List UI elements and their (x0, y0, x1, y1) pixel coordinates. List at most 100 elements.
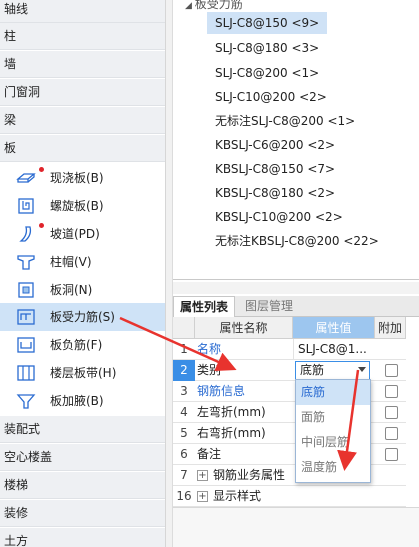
table-row[interactable]: 6 备注 (173, 444, 406, 465)
header-name: 属性名称 (195, 317, 293, 339)
table-row[interactable]: 16 + 显示样式 (173, 486, 406, 507)
row-number: 16 (176, 489, 192, 503)
cast-slab-icon (16, 173, 36, 183)
category-beam[interactable]: 梁 (0, 107, 165, 134)
category-label: 轴线 (4, 2, 29, 16)
property-tabs: 属性列表 图层管理 (173, 296, 419, 317)
property-group-label: 钢筋业务属性 (213, 468, 286, 482)
property-name: 左弯折(mm) (197, 405, 266, 419)
category-dropdown-list: 底筋 面筋 中间层筋 温度筋 (295, 379, 371, 483)
sidebar-item-label: 螺旋板(B) (50, 199, 104, 213)
category-select[interactable]: 底筋 (295, 361, 370, 380)
sidebar-item-spiral-slab[interactable]: 螺旋板(B) (0, 192, 165, 220)
header-value: 属性值 (293, 317, 375, 339)
property-value[interactable]: SLJ-C8@1... (293, 339, 373, 360)
category-hollow-floor[interactable]: 空心楼盖 (0, 444, 165, 471)
append-checkbox[interactable] (385, 406, 398, 419)
property-name: + 显示样式 (197, 486, 261, 507)
tree-node[interactable]: SLJ-C10@200 <2> (215, 86, 327, 108)
table-row[interactable]: 4 左弯折(mm) (173, 402, 406, 423)
row-number: 1 (180, 342, 188, 356)
tree-node[interactable]: KBSLJ-C6@200 <2> (215, 134, 335, 156)
category-label: 装配式 (4, 422, 41, 436)
category-slab[interactable]: 板 (0, 135, 165, 162)
category-label: 梁 (4, 113, 17, 127)
negative-rebar-icon (17, 337, 35, 353)
sidebar-item-label: 柱帽(V) (50, 255, 92, 269)
category-column[interactable]: 柱 (0, 23, 165, 50)
tree-node[interactable]: SLJ-C8@150 <9> (207, 12, 328, 34)
table-row[interactable]: 5 右弯折(mm) (173, 423, 406, 444)
category-earthwork[interactable]: 土方 (0, 528, 165, 547)
category-label: 板 (4, 141, 17, 155)
sidebar-item-label: 现浇板(B) (50, 171, 104, 185)
tab-label: 属性列表 (180, 300, 229, 314)
tree-node[interactable]: SLJ-C8@180 <3> (215, 37, 319, 59)
category-decoration[interactable]: 装修 (0, 500, 165, 527)
category-stair[interactable]: 楼梯 (0, 472, 165, 499)
dropdown-option[interactable]: 底筋 (296, 380, 370, 405)
property-group-label: 显示样式 (213, 489, 262, 503)
tree-node[interactable]: 无标注SLJ-C8@200 <1> (215, 110, 355, 132)
tree-node[interactable]: KBSLJ-C10@200 <2> (215, 206, 343, 228)
expand-icon[interactable]: + (197, 470, 208, 481)
category-label: 土方 (4, 534, 29, 547)
property-name: 类别 (197, 363, 222, 377)
collapse-icon[interactable]: ◢ (185, 1, 195, 11)
row-number: 3 (180, 384, 188, 398)
horizontal-scrollbar[interactable] (173, 282, 419, 294)
tree-parent-label: 板受力筋 (194, 0, 243, 11)
category-wall[interactable]: 墙 (0, 51, 165, 78)
column-cap-icon (17, 255, 35, 270)
table-row[interactable]: 1 名称 SLJ-C8@1... (173, 339, 406, 360)
property-grid: 属性名称 属性值 附加 1 名称 SLJ-C8@1... 2 类别 3 钢筋信息… (173, 317, 406, 507)
category-label: 空心楼盖 (4, 450, 53, 464)
append-checkbox[interactable] (385, 427, 398, 440)
category-label: 墙 (4, 57, 17, 71)
new-indicator-dot (39, 223, 44, 228)
sidebar-item-slab-rebar[interactable]: 板受力筋(S) (0, 303, 165, 331)
left-panel-scrollbar[interactable] (166, 0, 173, 547)
append-checkbox[interactable] (385, 385, 398, 398)
sidebar-item-floor-strip[interactable]: 楼层板带(H) (0, 359, 165, 387)
sidebar-item-label: 板加腋(B) (50, 394, 104, 408)
floor-strip-icon (17, 365, 35, 381)
category-label: 门窗洞 (4, 85, 41, 99)
row-number: 2 (173, 360, 195, 381)
dropdown-option[interactable]: 中间层筋 (296, 430, 370, 455)
dropdown-option[interactable]: 面筋 (296, 405, 370, 430)
append-checkbox[interactable] (385, 364, 398, 377)
sidebar-item-label: 坡道(PD) (50, 227, 100, 241)
sidebar-item-haunch[interactable]: 板加腋(B) (0, 387, 165, 415)
property-name: 名称 (197, 342, 222, 356)
slab-hole-icon (18, 282, 34, 298)
row-number: 7 (180, 468, 188, 482)
sidebar-item-negative-rebar[interactable]: 板负筋(F) (0, 331, 165, 359)
sidebar-item-column-cap[interactable]: 柱帽(V) (0, 248, 165, 276)
append-checkbox[interactable] (385, 448, 398, 461)
table-row[interactable]: 2 类别 (173, 360, 406, 381)
expand-icon[interactable]: + (197, 491, 208, 502)
slab-rebar-icon (17, 309, 35, 325)
category-assembly[interactable]: 装配式 (0, 416, 165, 443)
sidebar-item-label: 板负筋(F) (50, 338, 103, 352)
sidebar-item-ramp[interactable]: 坡道(PD) (0, 220, 165, 248)
ramp-icon (19, 226, 32, 242)
tab-layers[interactable]: 图层管理 (239, 296, 299, 317)
chevron-down-icon[interactable] (358, 367, 366, 372)
sidebar-item-slab-hole[interactable]: 板洞(N) (0, 276, 165, 304)
tab-properties[interactable]: 属性列表 (173, 296, 236, 317)
tree-node[interactable]: KBSLJ-C8@180 <2> (215, 182, 335, 204)
tree-node[interactable]: SLJ-C8@200 <1> (215, 62, 319, 84)
tree-node[interactable]: 无标注KBSLJ-C8@200 <22> (215, 230, 379, 252)
table-row[interactable]: 3 钢筋信息 (173, 381, 406, 402)
sidebar-item-cast-slab[interactable]: 现浇板(B) (0, 164, 165, 192)
category-axis[interactable]: 轴线 (0, 0, 165, 23)
table-row[interactable]: 7 + 钢筋业务属性 (173, 465, 406, 486)
component-tree-panel: 轴线 柱 墙 门窗洞 梁 板 现浇板(B) 螺旋板(B) 坡道(PD) 柱帽(V… (0, 0, 166, 547)
row-number: 4 (180, 405, 188, 419)
tree-node[interactable]: KBSLJ-C8@150 <7> (215, 158, 335, 180)
category-door-window[interactable]: 门窗洞 (0, 79, 165, 106)
dropdown-option[interactable]: 温度筋 (296, 455, 370, 480)
property-name: + 钢筋业务属性 (197, 465, 285, 486)
